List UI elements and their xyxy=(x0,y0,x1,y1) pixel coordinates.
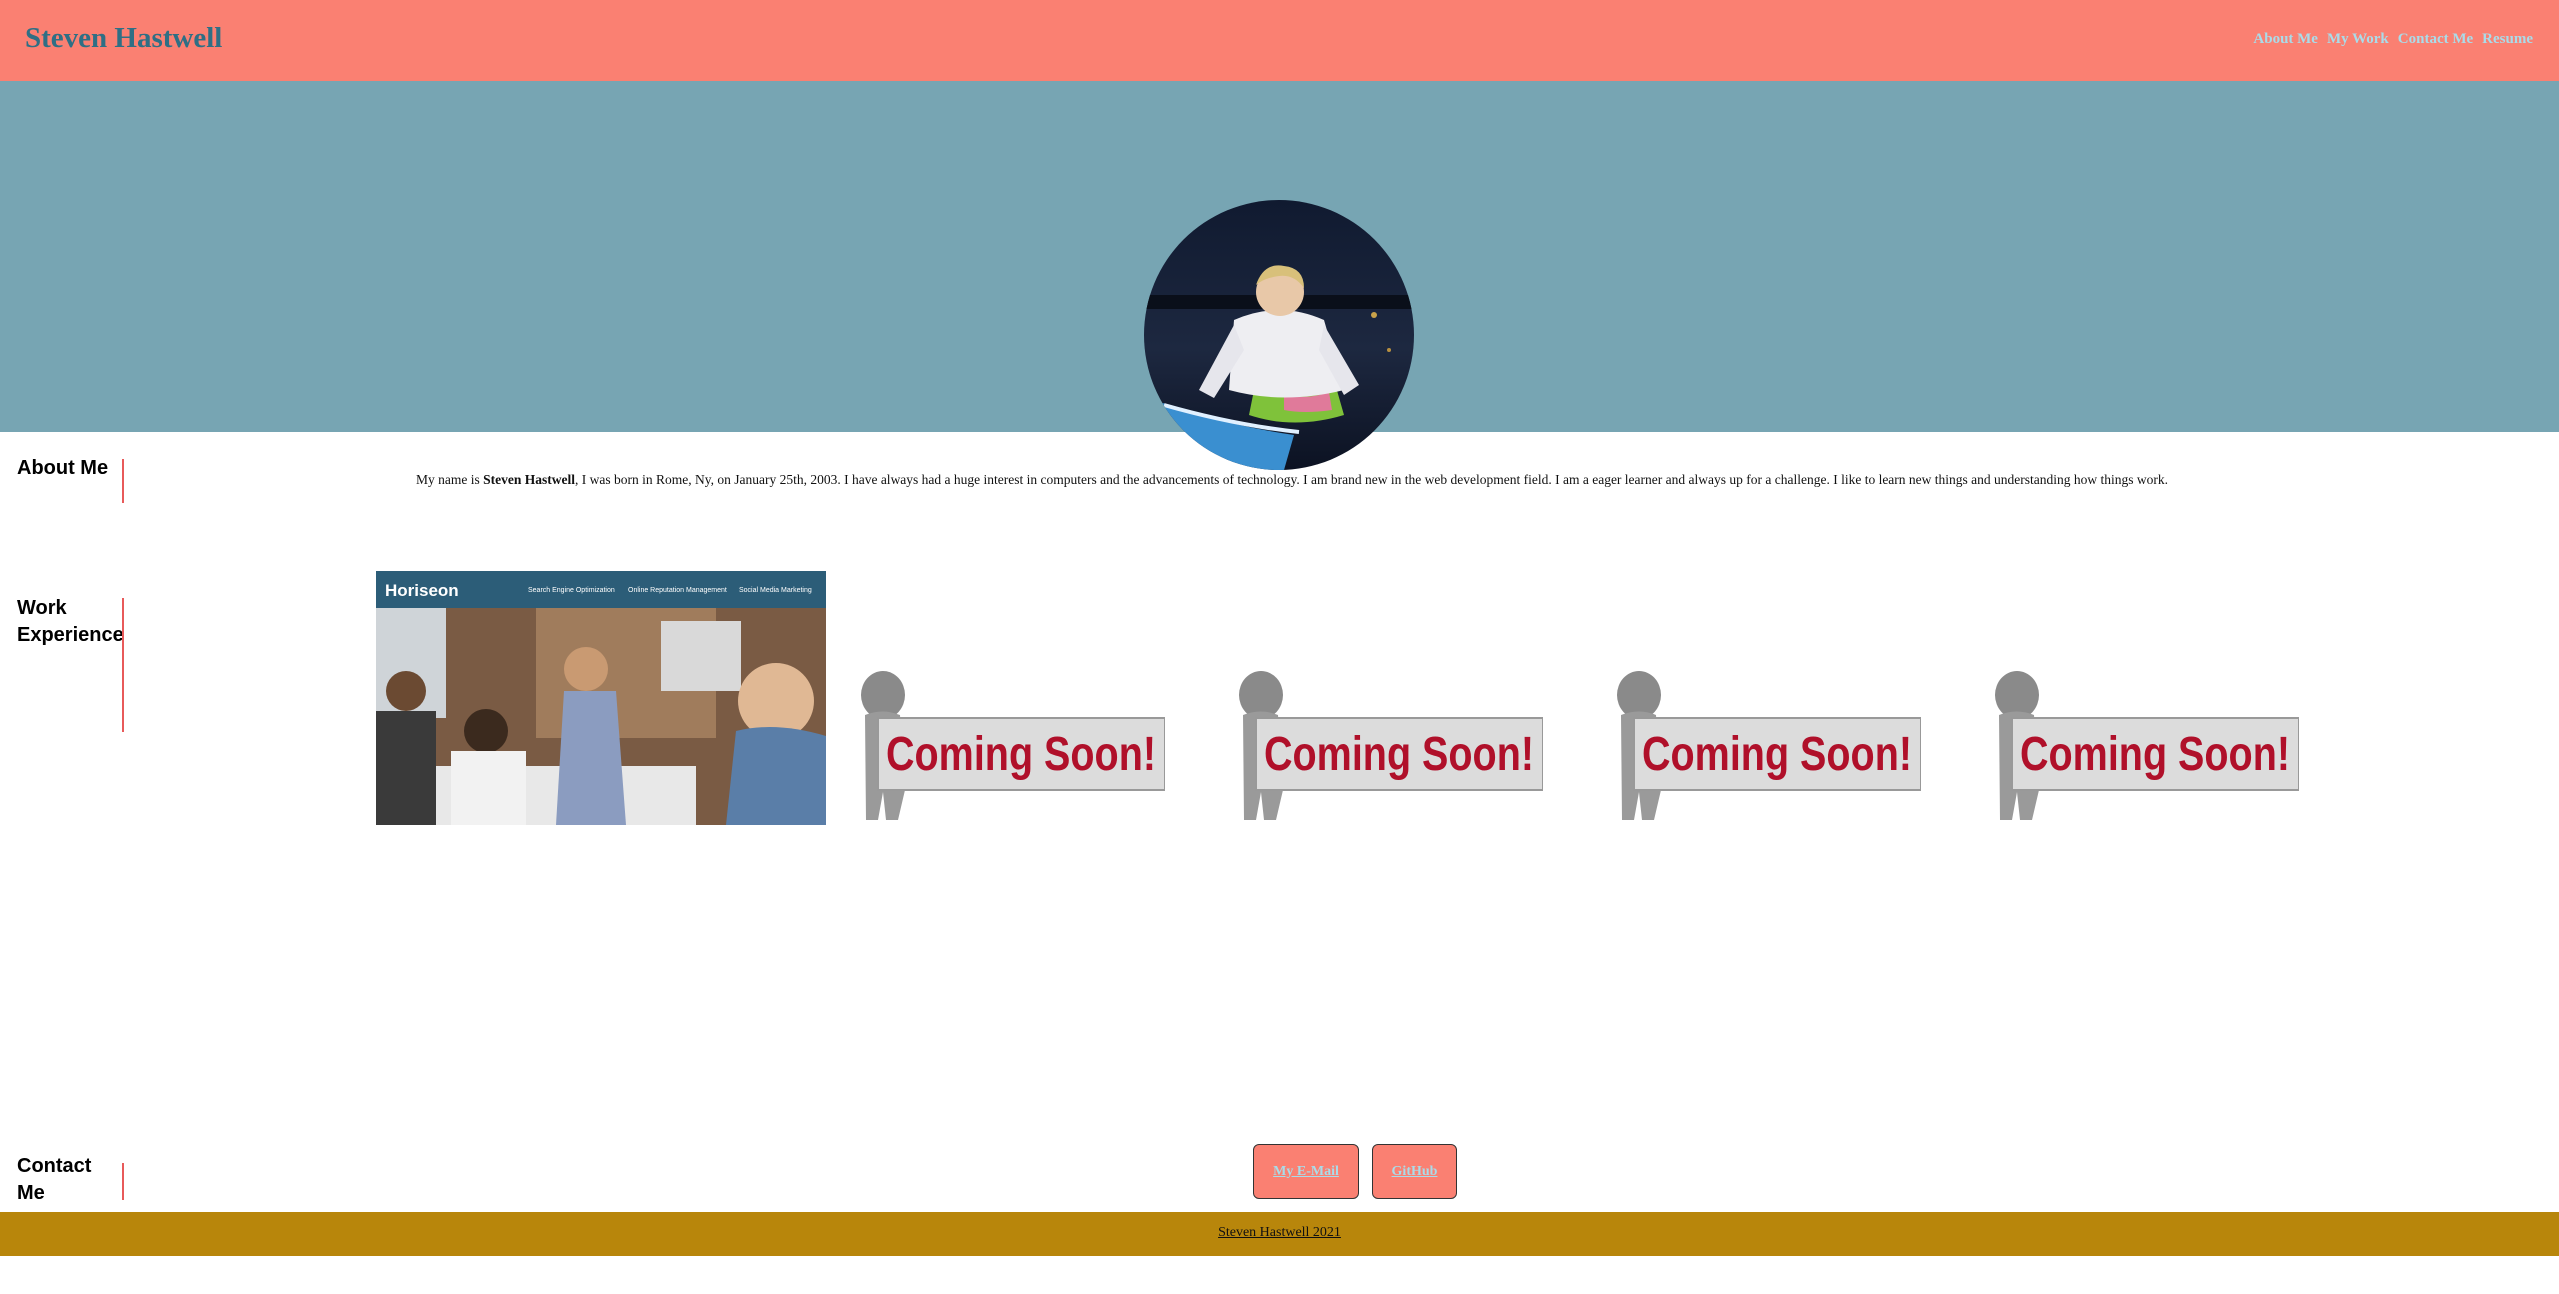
horiseon-nav-seo: Search Engine Optimization xyxy=(528,587,615,594)
github-button[interactable]: GitHub xyxy=(1372,1144,1457,1199)
svg-text:Coming Soon!: Coming Soon! xyxy=(886,728,1156,781)
site-brand[interactable]: Steven Hastwell xyxy=(25,22,222,55)
horiseon-nav-orm: Online Reputation Management xyxy=(628,587,727,594)
project-horiseon[interactable]: Horiseon Search Engine Optimization Onli… xyxy=(376,571,826,825)
project-coming-soon-2[interactable]: Coming Soon! xyxy=(1238,670,1544,825)
project-coming-soon-3[interactable]: Coming Soon! xyxy=(1616,670,1922,825)
svg-text:Coming Soon!: Coming Soon! xyxy=(1264,728,1534,781)
contact-me-divider xyxy=(122,1163,124,1200)
work-experience-heading: Work Experience xyxy=(17,597,124,646)
main-nav: About Me My Work Contact Me Resume xyxy=(2253,31,2533,48)
about-me-text: My name is Steven Hastwell, I was born i… xyxy=(416,472,2169,487)
about-me-divider xyxy=(122,459,124,503)
work-experience-divider xyxy=(122,598,124,732)
profile-photo xyxy=(1144,200,1414,470)
nav-resume[interactable]: Resume xyxy=(2482,31,2533,48)
nav-contact-me[interactable]: Contact Me xyxy=(2398,31,2473,48)
nav-my-work[interactable]: My Work xyxy=(2327,31,2389,48)
email-button[interactable]: My E-Mail xyxy=(1253,1144,1359,1199)
project-coming-soon-1[interactable]: Coming Soon! xyxy=(860,670,1166,825)
svg-text:Coming Soon!: Coming Soon! xyxy=(2020,728,2290,781)
site-footer: Steven Hastwell 2021 xyxy=(0,1212,2559,1256)
horiseon-nav-smm: Social Media Marketing xyxy=(739,587,812,594)
about-me-name: Steven Hastwell xyxy=(483,472,575,487)
nav-about-me[interactable]: About Me xyxy=(2253,31,2318,48)
project-coming-soon-4[interactable]: Coming Soon! xyxy=(1994,670,2300,825)
about-me-heading: About Me xyxy=(17,457,109,479)
site-header: Steven Hastwell About Me My Work Contact… xyxy=(0,0,2559,81)
contact-me-heading: Contact Me xyxy=(17,1155,92,1204)
svg-text:Coming Soon!: Coming Soon! xyxy=(1642,728,1912,781)
hero-banner xyxy=(0,81,2559,470)
horiseon-logo: Horiseon xyxy=(385,581,459,600)
footer-link[interactable]: Steven Hastwell 2021 xyxy=(0,1225,2559,1241)
